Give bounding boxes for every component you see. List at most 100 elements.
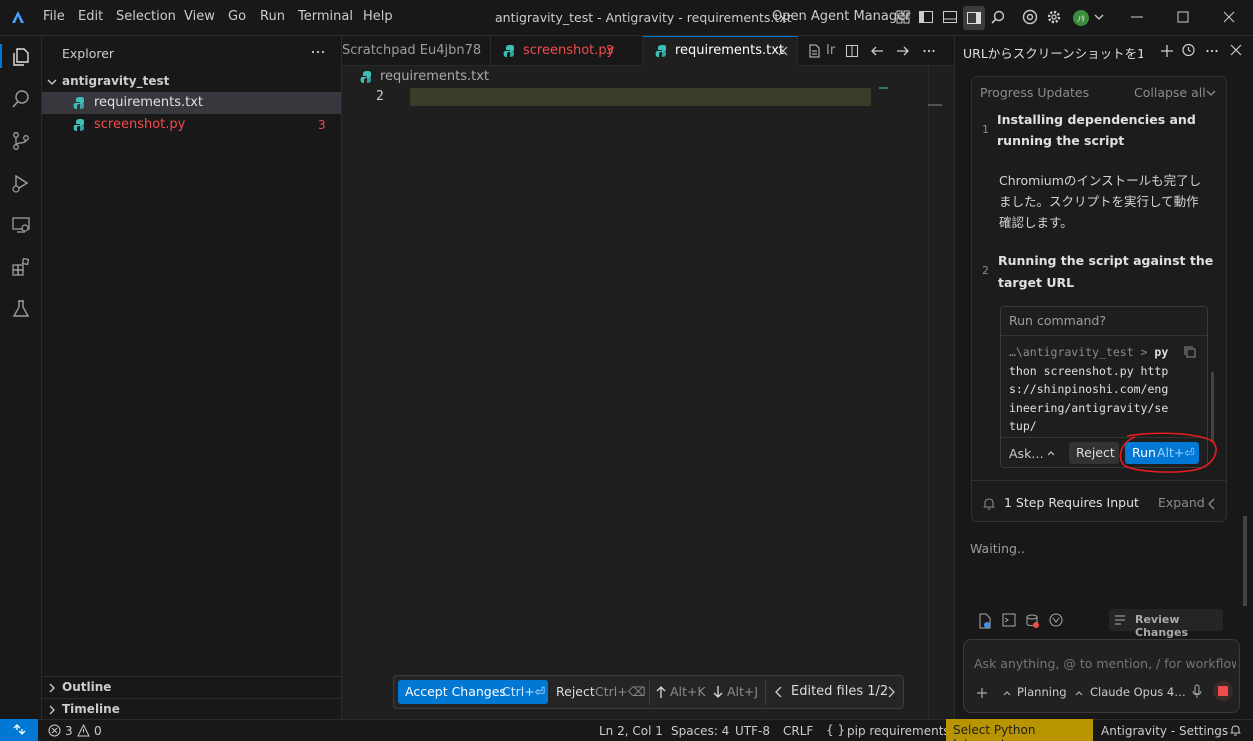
chevron-up-icon[interactable]: [1074, 688, 1084, 698]
close-window-icon[interactable]: [1222, 9, 1240, 27]
layout-grid-icon[interactable]: [895, 9, 913, 27]
more-actions-icon[interactable]: [1205, 44, 1219, 58]
close-tab-icon[interactable]: [777, 44, 789, 58]
menu-view[interactable]: View: [184, 9, 215, 24]
search-icon[interactable]: [990, 9, 1008, 27]
browser-context-icon[interactable]: [1049, 613, 1063, 627]
menu-terminal[interactable]: Terminal: [298, 9, 353, 24]
account-avatar-icon[interactable]: ﾉﾘ: [1072, 9, 1090, 27]
maximize-icon[interactable]: [1176, 9, 1194, 27]
chevron-up-icon[interactable]: [1046, 448, 1056, 458]
accept-changes-button[interactable]: Accept Changes Ctrl+⏎: [398, 680, 548, 704]
line-ending[interactable]: CRLF: [783, 724, 813, 738]
toggle-sidebar-icon[interactable]: [918, 9, 936, 27]
database-context-icon[interactable]: [1025, 613, 1041, 629]
outline-section[interactable]: Outline: [42, 677, 341, 699]
menu-go[interactable]: Go: [228, 9, 246, 24]
toggle-panel-icon[interactable]: [942, 9, 960, 27]
explorer-files-icon[interactable]: [10, 46, 32, 68]
tab-requirements-txt[interactable]: requirements.txt: [643, 36, 798, 66]
folder-row[interactable]: antigravity_test: [42, 71, 341, 93]
scrollbar-thumb[interactable]: [928, 104, 942, 106]
file-row-requirements[interactable]: requirements.txt: [42, 92, 341, 114]
scrollbar-thumb[interactable]: [1243, 516, 1247, 606]
model-selector[interactable]: Claude Opus 4…: [1090, 685, 1186, 699]
source-control-icon[interactable]: [10, 130, 32, 152]
next-change-button[interactable]: Alt+J: [710, 680, 762, 704]
microphone-icon[interactable]: [1191, 684, 1203, 700]
more-actions-icon[interactable]: [922, 44, 936, 58]
folder-name: antigravity_test: [62, 74, 170, 88]
chevron-up-icon[interactable]: [1002, 688, 1012, 698]
remote-explorer-icon[interactable]: [10, 214, 32, 236]
tab-scratchpad[interactable]: Scratchpad Eu4jbn78: [342, 36, 491, 66]
tab-screenshot-py[interactable]: screenshot.py 3: [491, 36, 643, 66]
encoding[interactable]: UTF-8: [735, 724, 770, 738]
minimap-scrollbar[interactable]: [928, 66, 942, 719]
open-agent-manager-button[interactable]: Open Agent Manager: [772, 9, 910, 24]
select-interpreter-button[interactable]: Select Python Interpreter: [946, 719, 1093, 741]
extensions-icon[interactable]: [10, 256, 32, 278]
document-icon: [808, 44, 820, 58]
copy-icon[interactable]: [1183, 345, 1197, 359]
close-panel-icon[interactable]: [1229, 43, 1243, 57]
ask-dropdown[interactable]: Ask…: [1009, 446, 1044, 461]
arrow-right-icon[interactable]: [896, 44, 910, 58]
menu-file[interactable]: File: [43, 9, 65, 24]
chevron-left-icon[interactable]: [774, 686, 784, 698]
chevron-down-icon[interactable]: [1093, 9, 1111, 27]
menu-run[interactable]: Run: [260, 9, 285, 24]
tab-overflow[interactable]: Ir: [798, 36, 840, 66]
step-body-line: ました。スクリプトを実行して動作: [999, 194, 1199, 209]
mode-selector[interactable]: Planning: [1017, 685, 1067, 699]
warning-count[interactable]: 0: [94, 724, 102, 738]
cursor-position[interactable]: Ln 2, Col 1: [599, 724, 663, 738]
language-mode[interactable]: pip requirements: [847, 724, 950, 738]
run-command-header: Run command?: [1009, 313, 1106, 328]
previous-change-button[interactable]: Alt+K: [654, 680, 706, 704]
breadcrumb[interactable]: requirements.txt: [380, 69, 489, 84]
arrow-left-icon[interactable]: [870, 44, 884, 58]
add-icon[interactable]: [1160, 44, 1174, 58]
minimize-icon[interactable]: [1130, 9, 1148, 27]
expand-button[interactable]: Expand: [1158, 495, 1205, 510]
menu-edit[interactable]: Edit: [78, 9, 103, 24]
split-editor-icon[interactable]: [845, 44, 859, 58]
more-actions-icon[interactable]: [310, 44, 326, 60]
stop-button[interactable]: [1213, 681, 1233, 701]
diff-added-line[interactable]: [410, 88, 871, 106]
review-changes-button[interactable]: Review Changes: [1109, 609, 1223, 639]
remote-indicator[interactable]: [0, 719, 38, 741]
chat-input[interactable]: [974, 652, 1236, 674]
file-context-icon[interactable]: [978, 613, 992, 629]
reject-changes-button[interactable]: Reject Ctrl+⌫: [552, 680, 645, 704]
menu-selection[interactable]: Selection: [116, 9, 176, 24]
stop-square-icon: [1218, 686, 1228, 696]
chevron-right-icon[interactable]: [886, 686, 896, 698]
testing-flask-icon[interactable]: [10, 298, 32, 320]
notifications-bell-icon[interactable]: [1229, 724, 1242, 737]
settings-gear-icon[interactable]: [1046, 9, 1064, 27]
timeline-label: Timeline: [62, 702, 120, 716]
reject-command-button[interactable]: Reject: [1069, 442, 1119, 464]
terminal-context-icon[interactable]: [1002, 613, 1016, 627]
error-icon[interactable]: [48, 724, 61, 737]
chrome-icon[interactable]: [1022, 9, 1040, 27]
svg-text:ﾉﾘ: ﾉﾘ: [1077, 15, 1085, 24]
indentation[interactable]: Spaces: 4: [671, 724, 729, 738]
run-debug-icon[interactable]: [10, 172, 32, 194]
add-context-icon[interactable]: [976, 687, 988, 699]
collapse-all-button[interactable]: Collapse all: [1134, 85, 1206, 100]
toggle-agent-panel-icon[interactable]: [963, 6, 985, 30]
warning-icon[interactable]: [77, 724, 90, 737]
chevron-left-icon[interactable]: [1207, 498, 1217, 510]
python-file-icon: [655, 44, 669, 58]
menu-help[interactable]: Help: [363, 9, 393, 24]
error-count[interactable]: 3: [65, 724, 73, 738]
history-icon[interactable]: [1181, 43, 1195, 57]
file-row-screenshot[interactable]: screenshot.py 3: [42, 114, 341, 136]
settings-link[interactable]: Antigravity - Settings: [1101, 724, 1228, 738]
timeline-section[interactable]: Timeline: [42, 699, 341, 721]
search-icon[interactable]: [10, 88, 32, 110]
chevron-down-icon[interactable]: [1205, 87, 1217, 99]
